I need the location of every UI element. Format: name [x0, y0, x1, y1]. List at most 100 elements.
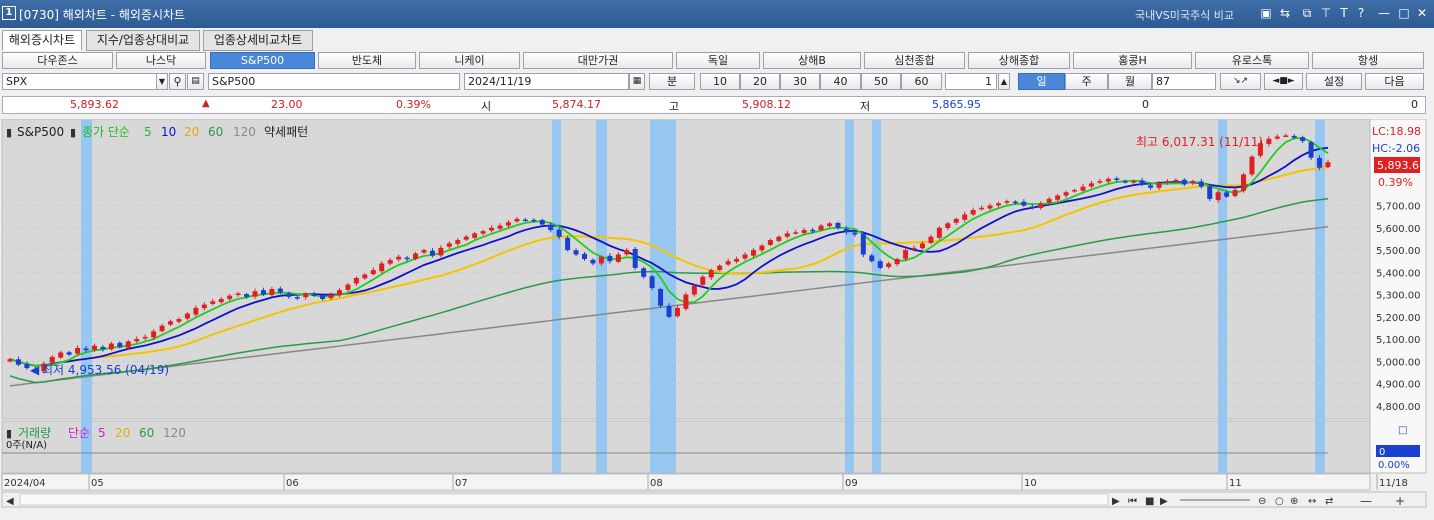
x-tick-label: 10	[1024, 478, 1037, 489]
period-daily[interactable]: 일	[1018, 73, 1065, 90]
next-button[interactable]: 다음	[1365, 73, 1424, 90]
scroll-right-icon[interactable]: ▶	[1112, 496, 1120, 507]
index-button-hongkong-h[interactable]: 홍콩H	[1073, 52, 1192, 69]
symbol-dropdown-icon[interactable]: ▼	[156, 73, 168, 90]
candle-body	[7, 359, 13, 362]
y-tick-label: 5,000.00	[1376, 357, 1421, 368]
index-button-eurostoxx[interactable]: 유로스톡	[1195, 52, 1309, 69]
zoom-in-icon[interactable]: ⊕	[1290, 496, 1298, 507]
index-button-germany[interactable]: 독일	[676, 52, 760, 69]
y-tick-label: 5,700.00	[1376, 202, 1421, 213]
rewind-icon[interactable]: ⏮	[1128, 496, 1137, 507]
index-button-hangseng[interactable]: 항셍	[1312, 52, 1424, 69]
index-button-nikkei[interactable]: 니케이	[419, 52, 520, 69]
tab-index-compare[interactable]: 지수/업종상대비교	[86, 30, 200, 51]
candle-body	[151, 331, 157, 338]
link-icon[interactable]: ⇆	[1277, 5, 1293, 21]
close-icon[interactable]: ✕	[1414, 5, 1430, 21]
index-button-sp500[interactable]: S&P500	[210, 52, 315, 69]
stop-icon[interactable]: ■	[1145, 496, 1154, 507]
period-spinner-icon[interactable]: ▲	[998, 73, 1010, 90]
candle-body	[522, 219, 528, 222]
candle-body	[387, 260, 393, 264]
tab-overseas-chart[interactable]: 해외증시차트	[2, 30, 82, 51]
zoom-out-icon[interactable]: ⊖	[1258, 496, 1266, 507]
candle-body	[877, 261, 883, 268]
quote-change: 23.00	[271, 98, 303, 111]
period-number-field[interactable]: 1	[945, 73, 997, 90]
date-field[interactable]: 2024/11/19	[464, 73, 629, 90]
pan-icon[interactable]: ↔	[1308, 496, 1316, 507]
popup-icon[interactable]: ⧉	[1299, 5, 1315, 21]
y-tick-label: 5,500.00	[1376, 246, 1421, 257]
chart-area[interactable]: 5,700.00 5,600.00 5,500.00 5,400.00 5,300.00…	[0, 118, 1434, 517]
index-button-shanghai-b[interactable]: 상해B	[763, 52, 861, 69]
min-price-label: 최저 4,953.56 (04/19)	[42, 363, 169, 377]
candle-body	[886, 263, 892, 267]
maximize-icon[interactable]: □	[1396, 5, 1412, 21]
collapse-icon[interactable]: —	[1360, 494, 1372, 508]
compare-link[interactable]: 국내VS미국주식 비교	[1135, 7, 1234, 23]
settings-button[interactable]: 설정	[1306, 73, 1362, 90]
help-icon[interactable]: ?	[1353, 5, 1369, 21]
candle-body	[396, 256, 402, 260]
candle-body	[750, 250, 756, 256]
index-button-shenzhen[interactable]: 심천종합	[864, 52, 965, 69]
candle-body	[1080, 186, 1086, 191]
count-field[interactable]: 87	[1152, 73, 1216, 90]
window-icon[interactable]: ▣	[1258, 5, 1274, 21]
volume-pct-text: 0.00%	[1378, 460, 1410, 471]
fit-icon[interactable]: ⇄	[1325, 496, 1333, 507]
highlight-band	[872, 120, 881, 473]
candle-body	[1131, 181, 1137, 183]
interval-40[interactable]: 40	[820, 73, 861, 90]
candle-toggle-icon[interactable]: ◄■►	[1264, 73, 1303, 90]
index-button-semiconductor[interactable]: 반도체	[318, 52, 416, 69]
price-chart-svg[interactable]: 5,700.00 5,600.00 5,500.00 5,400.00 5,300.00…	[0, 118, 1434, 517]
candle-body	[362, 274, 368, 279]
symbol-field[interactable]: SPX	[2, 73, 158, 90]
candle-body	[945, 223, 951, 229]
candle-body	[658, 289, 664, 306]
pin-icon[interactable]: ⊤	[1318, 5, 1334, 21]
search-icon[interactable]: ⚲	[169, 73, 186, 90]
scroll-thumb[interactable]	[19, 493, 1109, 506]
candle-body	[1097, 181, 1103, 183]
index-button-dow[interactable]: 다우존스	[2, 52, 113, 69]
legend-price-label: 종가 단순	[82, 125, 130, 139]
tab-sector-compare[interactable]: 업종상세비교차트	[203, 30, 313, 51]
candle-body	[1181, 179, 1187, 185]
minimize-icon[interactable]: —	[1376, 5, 1392, 21]
x-tick-label: 11	[1229, 478, 1242, 489]
candle-body	[1249, 156, 1255, 175]
candle-body	[810, 229, 816, 232]
zoom-reset-icon[interactable]: ○	[1275, 496, 1284, 507]
expand-icon[interactable]: +	[1395, 494, 1405, 508]
candle-body	[539, 220, 545, 225]
period-weekly[interactable]: 주	[1065, 73, 1108, 90]
calendar-icon[interactable]: ▦	[629, 73, 645, 90]
candle-body	[1122, 181, 1128, 183]
min-arrow-icon: ◀	[30, 363, 40, 377]
scroll-left-icon[interactable]: ◀	[6, 496, 14, 507]
line-chart-icon[interactable]: ↘↗	[1220, 73, 1261, 90]
interval-10[interactable]: 10	[700, 73, 740, 90]
interval-50[interactable]: 50	[861, 73, 901, 90]
forward-icon[interactable]: ▶	[1160, 496, 1168, 507]
highlight-band	[1218, 120, 1227, 473]
minute-button[interactable]: 분	[649, 73, 695, 90]
interval-60[interactable]: 60	[901, 73, 942, 90]
lookup-icon[interactable]: ▤	[187, 73, 204, 90]
candle-body	[252, 291, 258, 297]
candle-body	[463, 236, 469, 240]
interval-30[interactable]: 30	[780, 73, 820, 90]
index-button-shanghai[interactable]: 상해종합	[968, 52, 1070, 69]
index-button-taiwan[interactable]: 대만가권	[523, 52, 673, 69]
period-monthly[interactable]: 월	[1108, 73, 1152, 90]
font-icon[interactable]: T	[1336, 5, 1352, 21]
last-price-text: 5,893.6	[1377, 159, 1419, 172]
candle-body	[801, 230, 807, 233]
interval-20[interactable]: 20	[740, 73, 780, 90]
candle-body	[987, 205, 993, 209]
index-button-nasdaq[interactable]: 나스닥	[116, 52, 206, 69]
